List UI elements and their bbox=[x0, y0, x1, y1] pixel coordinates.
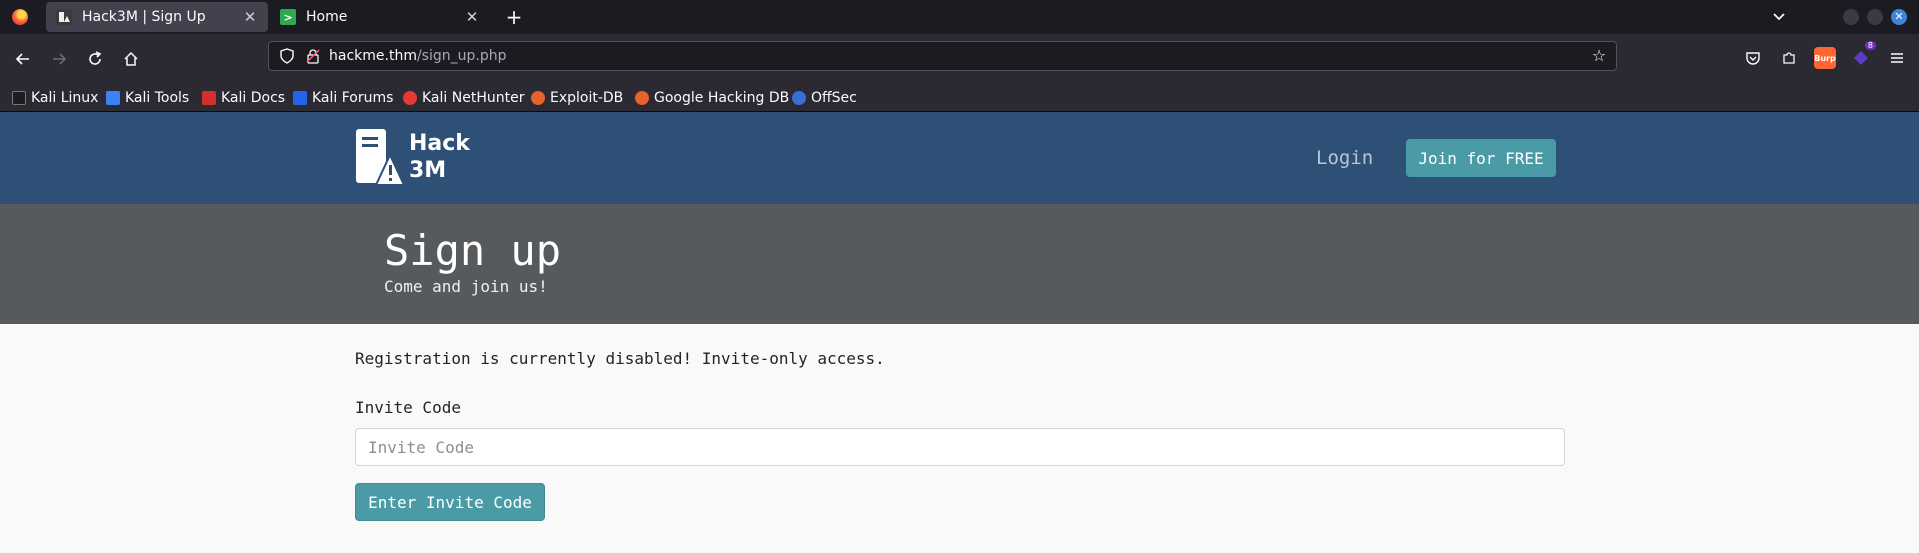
tab-title: Hack3M | Sign Up bbox=[82, 9, 206, 25]
bookmark-label: OffSec bbox=[811, 90, 857, 106]
maximize-window-icon[interactable] bbox=[1867, 9, 1883, 25]
close-window-icon[interactable]: ✕ bbox=[1891, 9, 1907, 25]
logo-text-line2: 3M bbox=[409, 158, 447, 183]
bookmark-kali-tools[interactable]: Kali Tools bbox=[106, 89, 189, 107]
exploit-db-icon bbox=[531, 91, 545, 105]
server-warning-icon bbox=[356, 129, 404, 186]
close-tab-icon[interactable]: ✕ bbox=[240, 7, 260, 27]
url-bar[interactable]: hackme.thm/sign_up.php ☆ bbox=[268, 41, 1617, 71]
bookmark-exploit-db[interactable]: Exploit-DB bbox=[531, 89, 623, 107]
terminal-favicon-icon: > bbox=[280, 9, 296, 25]
bookmark-label: Kali Tools bbox=[125, 90, 190, 106]
hack3m-favicon-icon bbox=[56, 9, 72, 25]
bookmark-google-hacking-db[interactable]: Google Hacking DB bbox=[635, 89, 789, 107]
firefox-icon[interactable] bbox=[12, 9, 28, 25]
browser-nav-bar: hackme.thm/sign_up.php ☆ Burp 8 bbox=[0, 34, 1919, 85]
kali-tools-icon bbox=[106, 91, 120, 105]
url-domain: hackme.thm bbox=[329, 48, 417, 64]
forward-arrow-icon[interactable] bbox=[47, 47, 71, 71]
kali-docs-icon bbox=[202, 91, 216, 105]
bookmark-kali-forums[interactable]: Kali Forums bbox=[293, 89, 393, 107]
hack3m-logo[interactable]: Hack 3M bbox=[354, 127, 484, 187]
url-path: /sign_up.php bbox=[416, 48, 507, 64]
kali-dragon-icon bbox=[12, 91, 26, 105]
extension-badge: 8 bbox=[1864, 41, 1876, 50]
menu-hamburger-icon[interactable] bbox=[1886, 47, 1908, 69]
page-title: Sign up bbox=[384, 226, 562, 275]
nethunter-icon bbox=[403, 91, 417, 105]
browser-tab-bar: Hack3M | Sign Up ✕ > Home ✕ + ✕ bbox=[0, 0, 1919, 34]
offsec-icon bbox=[792, 91, 806, 105]
bookmarks-toolbar: Kali Linux Kali Tools Kali Docs Kali For… bbox=[0, 85, 1919, 112]
join-for-free-button[interactable]: Join for FREE bbox=[1406, 139, 1556, 177]
bookmark-label: Exploit-DB bbox=[550, 90, 624, 106]
insecure-lock-icon[interactable] bbox=[305, 48, 321, 64]
new-tab-icon[interactable]: + bbox=[502, 6, 526, 28]
invite-code-label: Invite Code bbox=[355, 398, 461, 417]
list-all-tabs-icon[interactable] bbox=[1770, 8, 1788, 26]
page-subtitle: Come and join us! bbox=[384, 277, 548, 296]
enter-invite-code-button[interactable]: Enter Invite Code bbox=[355, 483, 545, 521]
login-link[interactable]: Login bbox=[1316, 147, 1373, 169]
extensions-puzzle-icon[interactable] bbox=[1778, 47, 1800, 69]
tab-hack3m-sign-up[interactable]: Hack3M | Sign Up ✕ bbox=[46, 2, 268, 32]
tab-title: Home bbox=[306, 9, 348, 25]
invite-code-input[interactable] bbox=[355, 428, 1565, 466]
bookmark-label: Google Hacking DB bbox=[654, 90, 790, 106]
bookmark-star-icon[interactable]: ☆ bbox=[1590, 47, 1608, 65]
page-hero: Sign up Come and join us! bbox=[0, 204, 1919, 324]
url-text[interactable]: hackme.thm/sign_up.php bbox=[329, 48, 507, 64]
bookmark-kali-nethunter[interactable]: Kali NetHunter bbox=[403, 89, 524, 107]
bookmark-label: Kali Forums bbox=[312, 90, 394, 106]
tracking-shield-icon[interactable] bbox=[279, 48, 295, 64]
bookmark-label: Kali Docs bbox=[221, 90, 286, 106]
ghdb-icon bbox=[635, 91, 649, 105]
bookmark-kali-linux[interactable]: Kali Linux bbox=[12, 89, 98, 107]
signup-content: Registration is currently disabled! Invi… bbox=[0, 324, 1919, 553]
pocket-icon[interactable] bbox=[1742, 47, 1764, 69]
tab-home[interactable]: > Home ✕ bbox=[270, 2, 490, 32]
kali-forums-icon bbox=[293, 91, 307, 105]
burp-extension-icon[interactable]: Burp bbox=[1814, 47, 1836, 69]
bookmark-label: Kali Linux bbox=[31, 90, 99, 106]
minimize-window-icon[interactable] bbox=[1843, 9, 1859, 25]
logo-text-line1: Hack bbox=[409, 131, 470, 156]
foxyproxy-extension-icon[interactable]: 8 bbox=[1850, 41, 1876, 69]
reload-icon[interactable] bbox=[83, 47, 107, 71]
close-tab-icon[interactable]: ✕ bbox=[462, 7, 482, 27]
burp-label: Burp bbox=[1814, 53, 1836, 63]
home-icon[interactable] bbox=[119, 47, 143, 71]
bookmark-offsec[interactable]: OffSec bbox=[792, 89, 857, 107]
site-header: Hack 3M Login Join for FREE bbox=[0, 112, 1919, 204]
bookmark-label: Kali NetHunter bbox=[422, 90, 525, 106]
bookmark-kali-docs[interactable]: Kali Docs bbox=[202, 89, 285, 107]
back-arrow-icon[interactable] bbox=[11, 47, 35, 71]
registration-disabled-notice: Registration is currently disabled! Invi… bbox=[355, 349, 885, 368]
